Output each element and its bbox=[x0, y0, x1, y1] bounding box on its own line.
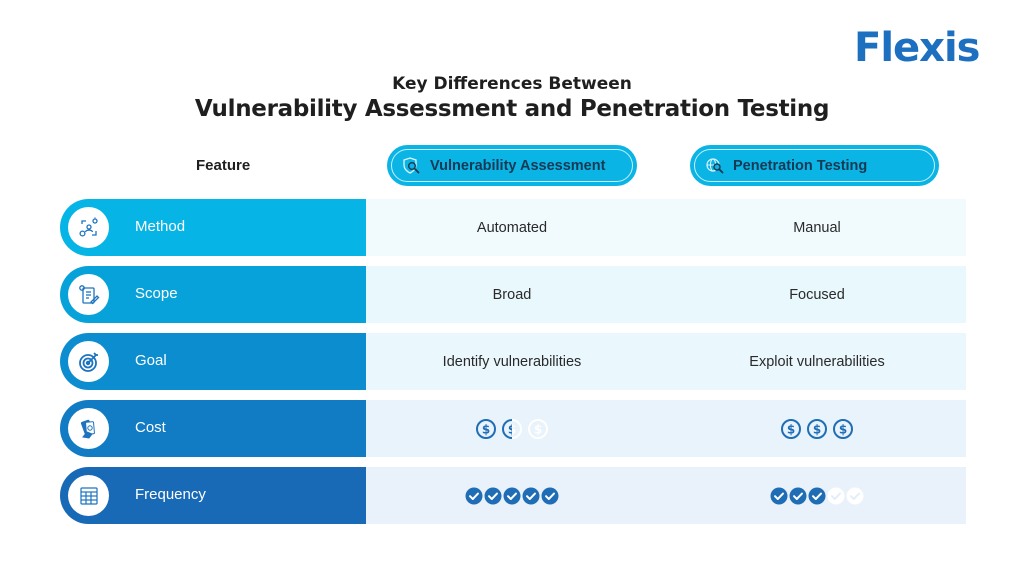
shield-search-icon bbox=[402, 156, 422, 176]
feature-label: Goal bbox=[135, 352, 167, 369]
svg-text:$: $ bbox=[482, 422, 490, 436]
workflow-icon bbox=[68, 207, 109, 248]
check-icon bbox=[789, 487, 807, 504]
feature-label: Method bbox=[135, 218, 186, 235]
row-cells: Automated Manual bbox=[366, 199, 966, 256]
column-header-vulnerability-assessment: Vulnerability Assessment bbox=[387, 145, 637, 186]
cell-vulnerability-assessment bbox=[366, 467, 658, 524]
column-header-label: Vulnerability Assessment bbox=[430, 157, 606, 174]
frequency-rating bbox=[465, 487, 560, 505]
column-header-penetration-testing: Penetration Testing bbox=[690, 145, 939, 186]
money-hand-icon bbox=[68, 408, 109, 449]
feature-label: Frequency bbox=[135, 486, 206, 503]
cell-penetration-testing: Focused bbox=[789, 286, 845, 303]
dollar-icon: $$ bbox=[781, 418, 801, 439]
dollar-icon: $$ bbox=[807, 418, 827, 439]
row-cells: Identify vulnerabilities Exploit vulnera… bbox=[366, 333, 966, 390]
dollar-icon: $$ bbox=[502, 418, 522, 439]
cell-penetration-testing: Exploit vulnerabilities bbox=[749, 353, 885, 370]
check-icon bbox=[808, 487, 826, 504]
cell-vulnerability-assessment: $ $ $ $ $ bbox=[366, 400, 658, 457]
table-row-scope: Scope Broad Focused bbox=[60, 266, 966, 323]
check-icon bbox=[846, 487, 864, 504]
cost-rating: $ $ $ $ $ $ bbox=[778, 418, 856, 440]
table-row-cost: Cost $ $ $ $ $ $ $ $ $ $ $ bbox=[60, 400, 966, 457]
page-subtitle: Key Differences Between bbox=[392, 74, 632, 94]
dollar-icon: $ bbox=[528, 418, 548, 439]
check-icon bbox=[503, 487, 521, 504]
table-row-goal: Goal Identify vulnerabilities Exploit vu… bbox=[60, 333, 966, 390]
cell-penetration-testing: $ $ $ $ $ $ bbox=[668, 400, 966, 457]
row-cells bbox=[366, 467, 966, 524]
dollar-icon: $$ bbox=[833, 418, 853, 439]
checklist-icon bbox=[68, 274, 109, 315]
check-icon bbox=[827, 487, 845, 504]
cell-penetration-testing: Manual bbox=[793, 219, 841, 236]
table-row-method: Method Automated Manual bbox=[60, 199, 966, 256]
feature-column-header: Feature bbox=[196, 157, 251, 174]
dollar-icon: $$ bbox=[476, 418, 496, 439]
svg-text:$: $ bbox=[813, 422, 821, 436]
check-icon bbox=[465, 487, 483, 504]
cell-vulnerability-assessment: Identify vulnerabilities bbox=[442, 353, 582, 370]
target-icon bbox=[68, 341, 109, 382]
frequency-rating bbox=[770, 487, 865, 505]
cell-penetration-testing bbox=[668, 467, 966, 524]
cell-vulnerability-assessment: Automated bbox=[476, 219, 548, 236]
feature-label: Cost bbox=[135, 419, 166, 436]
cost-rating: $ $ $ $ $ bbox=[473, 418, 551, 440]
brand-logo: Flexis bbox=[854, 25, 980, 71]
check-icon bbox=[541, 487, 559, 504]
column-header-label: Penetration Testing bbox=[733, 157, 868, 174]
row-cells: Broad Focused bbox=[366, 266, 966, 323]
check-icon bbox=[522, 487, 540, 504]
check-icon bbox=[770, 487, 788, 504]
svg-text:$: $ bbox=[839, 422, 847, 436]
svg-text:$: $ bbox=[787, 422, 795, 436]
table-row-frequency: Frequency bbox=[60, 467, 966, 524]
globe-search-icon bbox=[705, 156, 725, 176]
row-cells: $ $ $ $ $ $ $ $ $ $ $ bbox=[366, 400, 966, 457]
check-icon bbox=[484, 487, 502, 504]
calendar-grid-icon bbox=[68, 475, 109, 516]
svg-text:$: $ bbox=[534, 422, 542, 436]
cell-vulnerability-assessment: Broad bbox=[492, 286, 532, 303]
feature-label: Scope bbox=[135, 285, 178, 302]
page-title: Vulnerability Assessment and Penetration… bbox=[194, 96, 830, 122]
